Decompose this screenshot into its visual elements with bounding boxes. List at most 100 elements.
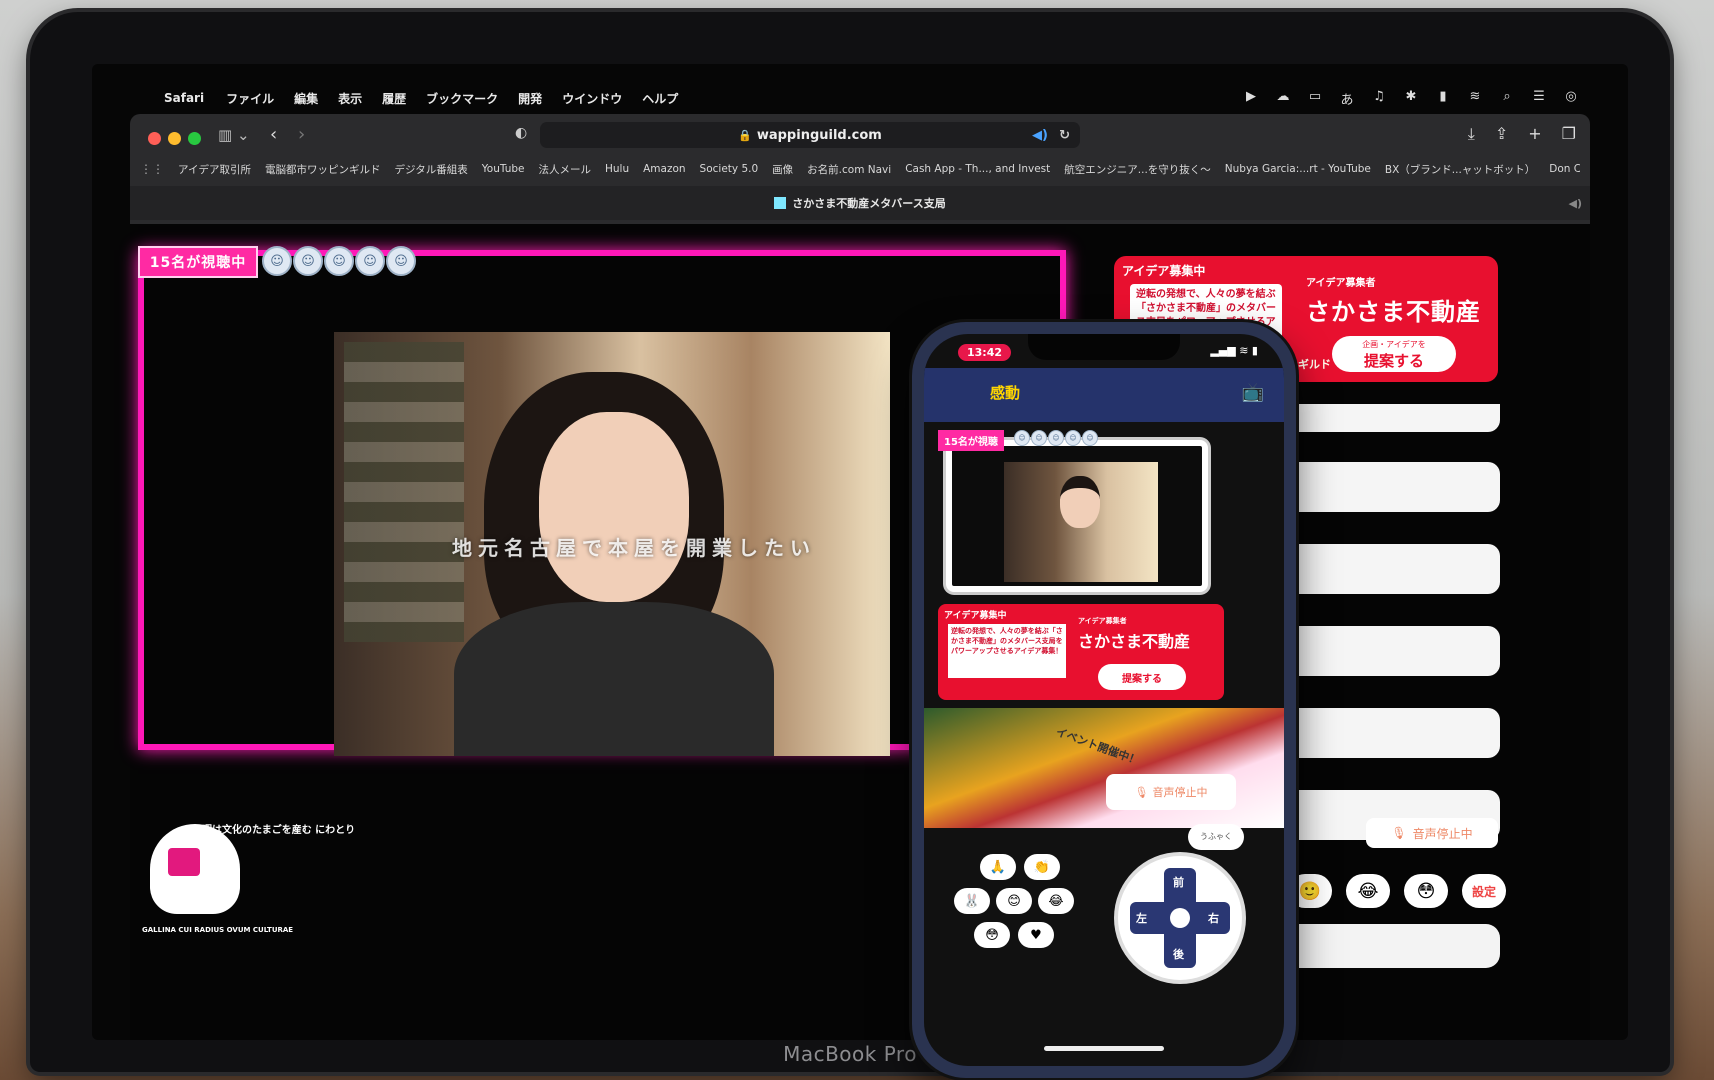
menu-develop[interactable]: 開発 xyxy=(518,90,542,107)
wave-reaction-icon[interactable]: 👏 xyxy=(1024,854,1060,880)
avatar[interactable]: ☺ xyxy=(293,246,323,276)
forward-arrow-icon[interactable]: › xyxy=(298,124,305,145)
tab-overview-icon[interactable]: ❐ xyxy=(1562,124,1576,144)
bookmark-item[interactable]: お名前.com Navi xyxy=(807,162,891,177)
dpad-up-button[interactable]: 前 xyxy=(1173,874,1184,890)
extra-reaction-icon[interactable]: ♥ xyxy=(1018,922,1054,948)
avatar[interactable]: ☺ xyxy=(324,246,354,276)
toolbar-right: ⤓ ⇪ + ❐ xyxy=(1468,124,1576,144)
phone-voice-stop-button[interactable]: 🎙 音声停止中 xyxy=(1106,774,1236,810)
minimize-window-icon[interactable] xyxy=(168,132,181,145)
dpad-left-button[interactable]: 左 xyxy=(1136,910,1147,926)
menu-view[interactable]: 表示 xyxy=(338,90,362,107)
bookmark-item[interactable]: Amazon xyxy=(643,163,685,175)
laugh-reaction-icon[interactable]: 😂 xyxy=(1038,888,1074,914)
bookmark-item[interactable]: Don Carlos - ...19 - YouTube xyxy=(1549,163,1580,175)
dpad-controller: 前 後 左 右 xyxy=(1118,856,1242,980)
bookmark-item[interactable]: Society 5.0 xyxy=(700,163,759,175)
bluetooth-icon[interactable]: ✱ xyxy=(1404,89,1418,108)
cloud-icon[interactable]: ☁ xyxy=(1276,89,1290,108)
battery-icon[interactable]: ▮ xyxy=(1436,89,1450,108)
grid-icon[interactable]: ⋮⋮ xyxy=(140,162,164,176)
avatar[interactable]: ☺ xyxy=(1082,430,1098,446)
bookmark-item[interactable]: 法人メール xyxy=(538,162,591,177)
propose-button-label: 提案する xyxy=(1363,352,1424,370)
idea-card-title: アイデア募集中 xyxy=(1122,264,1206,278)
phone-propose-button[interactable]: 提案する xyxy=(1098,664,1186,690)
dpad-center xyxy=(1170,908,1190,928)
heart-reaction-icon[interactable]: 🐰 xyxy=(954,888,990,914)
avatar[interactable]: ☺ xyxy=(1048,430,1064,446)
share-icon[interactable]: ⇪ xyxy=(1495,124,1508,144)
viewer-avatars: ☺ ☺ ☺ ☺ ☺ xyxy=(262,246,416,276)
bookmark-item[interactable]: Nubya Garcia:...rt - YouTube xyxy=(1225,163,1371,175)
clap-reaction-icon[interactable]: 🙏 xyxy=(980,854,1016,880)
avatar[interactable]: ☺ xyxy=(386,246,416,276)
bookmark-item[interactable]: デジタル番組表 xyxy=(394,162,467,177)
bookmark-item[interactable]: BX（ブランド...ャットボット） xyxy=(1385,162,1535,177)
menu-app-name[interactable]: Safari xyxy=(164,91,204,105)
wifi-icon[interactable]: ≋ xyxy=(1468,89,1482,108)
laptop-screen: Safari ファイル 編集 表示 履歴 ブックマーク 開発 ウインドウ ヘルプ… xyxy=(92,64,1628,1040)
mascot-logo: 暇は文化のたまごを産む にわとり GALLINA CUI RADIUS OVUM… xyxy=(142,794,382,944)
propose-button[interactable]: 企画・アイデアを 提案する xyxy=(1332,336,1456,372)
back-arrow-icon[interactable]: ‹ xyxy=(270,124,277,145)
voice-stop-button[interactable]: 🎙 音声停止中 xyxy=(1366,818,1498,848)
laugh-reaction-icon[interactable]: 😂 xyxy=(1346,874,1390,908)
menu-history[interactable]: 履歴 xyxy=(382,90,406,107)
privacy-shield-icon[interactable]: ◐ xyxy=(515,125,527,141)
avatar[interactable]: ☺ xyxy=(1065,430,1081,446)
avatar[interactable]: ☺ xyxy=(355,246,385,276)
bookmark-item[interactable]: Cash App - Th..., and Invest xyxy=(905,163,1050,175)
play-icon[interactable]: ▶ xyxy=(1244,89,1258,108)
search-icon[interactable]: ⌕ xyxy=(1500,89,1514,108)
siri-icon[interactable]: ◎ xyxy=(1564,89,1578,108)
phone-video-frame[interactable] xyxy=(1004,462,1158,582)
menu-help[interactable]: ヘルプ xyxy=(642,90,678,107)
sidebar-toggle-icon[interactable]: ▥ ⌄ xyxy=(218,126,250,144)
avatar[interactable]: ☺ xyxy=(1014,430,1030,446)
settings-button[interactable]: 設定 xyxy=(1462,874,1506,908)
menu-bookmarks[interactable]: ブックマーク xyxy=(426,90,498,107)
avatar[interactable]: ☺ xyxy=(1031,430,1047,446)
speaker-icon[interactable]: ◀) xyxy=(1032,128,1048,143)
menu-window[interactable]: ウインドウ xyxy=(562,90,622,107)
bookmark-item[interactable]: アイデア取引所 xyxy=(178,162,251,177)
tab-audio-icon[interactable]: ◀) xyxy=(1569,197,1583,210)
download-icon[interactable]: ⤓ xyxy=(1468,124,1475,144)
metaverse-game-view[interactable]: イベント開催中！ xyxy=(924,708,1284,828)
tab-title[interactable]: さかさま不動産メタバース支局 xyxy=(792,195,945,211)
phone-header-title: 感動 xyxy=(990,384,1021,402)
home-indicator[interactable] xyxy=(1044,1046,1164,1051)
status-icons: ▶ ☁ ▭ あ ♫ ✱ ▮ ≋ ⌕ ☰ ◎ xyxy=(1244,89,1578,108)
bookmark-item[interactable]: 航空エンジニア...を守り抜く〜 xyxy=(1064,162,1211,177)
phone-reaction-pad: 🙏 👏 🐰 😊 😂 😳 ♥ xyxy=(954,854,1074,964)
bookmark-item[interactable]: YouTube xyxy=(482,163,525,175)
surprise-reaction-icon[interactable]: 😳 xyxy=(1404,874,1448,908)
new-tab-icon[interactable]: + xyxy=(1528,124,1541,144)
display-icon[interactable]: ▭ xyxy=(1308,89,1322,108)
control-center-icon[interactable]: ☰ xyxy=(1532,89,1546,108)
tv-icon[interactable]: 📺 xyxy=(1242,382,1264,403)
microphone-icon: 🎙 xyxy=(1391,826,1407,840)
menu-file[interactable]: ファイル xyxy=(226,90,274,107)
surprise-reaction-icon[interactable]: 😳 xyxy=(974,922,1010,948)
phone-idea-body: 逆転の発想で、人々の夢を結ぶ「さかさま不動産」のメタバース支局をパワーアップさせ… xyxy=(948,624,1066,678)
bookmark-item[interactable]: 電脳都市ワッピンギルド xyxy=(265,162,381,177)
zoom-window-icon[interactable] xyxy=(188,132,201,145)
bookmark-item[interactable]: 画像 xyxy=(772,162,793,177)
input-method-icon[interactable]: あ xyxy=(1340,89,1354,108)
reload-icon[interactable]: ↻ xyxy=(1059,128,1070,143)
airpods-icon[interactable]: ♫ xyxy=(1372,89,1386,108)
smile-reaction-icon[interactable]: 😊 xyxy=(996,888,1032,914)
close-window-icon[interactable] xyxy=(148,132,161,145)
avatar[interactable]: ☺ xyxy=(262,246,292,276)
bookmark-item[interactable]: Hulu xyxy=(605,163,629,175)
dpad-down-button[interactable]: 後 xyxy=(1173,946,1184,962)
menu-edit[interactable]: 編集 xyxy=(294,90,318,107)
dpad-right-button[interactable]: 右 xyxy=(1208,910,1219,926)
video-frame[interactable]: 地元名古屋で本屋を開業したい xyxy=(334,332,890,756)
address-bar[interactable]: 🔒 wappinguild.com ◀) ↻ xyxy=(540,122,1080,148)
phone-viewer-avatars: ☺ ☺ ☺ ☺ ☺ xyxy=(1014,430,1098,446)
phone-idea-title: アイデア募集中 xyxy=(944,611,1007,621)
